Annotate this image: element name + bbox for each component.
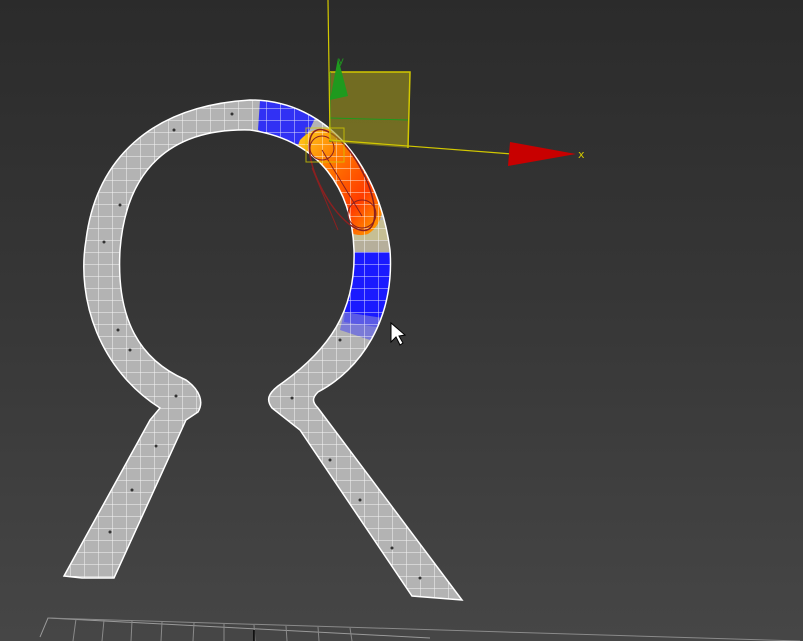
x-axis-arrow[interactable] [508, 142, 576, 166]
viewport-canvas[interactable]: x y [0, 0, 803, 641]
x-axis-label: x [578, 148, 585, 161]
3d-viewport[interactable]: x y [0, 0, 803, 641]
ground-grid [39, 617, 801, 641]
x-axis-line[interactable] [329, 139, 513, 155]
keyhole-mesh[interactable] [50, 90, 480, 610]
y-axis-label: y [338, 56, 344, 67]
move-transform-gizmo[interactable]: x y [305, 0, 585, 166]
y-axis-line[interactable] [327, 0, 331, 141]
arrow-pointer-icon [390, 321, 407, 346]
